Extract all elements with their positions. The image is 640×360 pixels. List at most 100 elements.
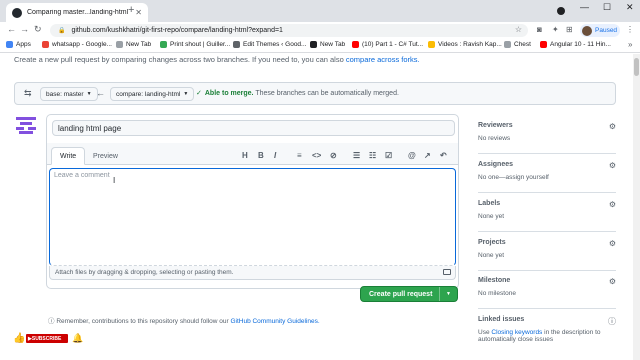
sidebar-value: No milestone xyxy=(478,290,516,297)
profile-status: Paused xyxy=(595,27,618,34)
compare-forks-link[interactable]: compare across forks. xyxy=(346,55,420,64)
sidebar-value: None yet xyxy=(478,213,505,220)
profile-button[interactable]: Paused xyxy=(580,24,620,37)
bookmark-item[interactable]: Chest xyxy=(504,41,531,48)
gear-icon[interactable]: ⚙ xyxy=(609,161,616,170)
caret-down-icon[interactable]: ▼ xyxy=(439,287,457,301)
tab-title: Comparing master...landing-html xyxy=(27,9,129,16)
sidebar-heading: Reviewers xyxy=(478,122,513,129)
bold-icon[interactable]: B xyxy=(258,151,264,160)
task-list-icon[interactable]: ☑ xyxy=(385,151,392,160)
pr-composer: landing html page Write Preview H B I ≡ … xyxy=(46,114,459,289)
base-branch-select[interactable]: base: master ▼ xyxy=(40,87,98,101)
github-favicon-icon xyxy=(12,7,22,18)
gear-icon[interactable]: ⚙ xyxy=(609,122,616,131)
back-icon[interactable]: ← xyxy=(7,24,16,34)
code-icon[interactable]: <> xyxy=(312,151,321,160)
link-icon[interactable]: ⊘ xyxy=(330,151,337,160)
bookmark-item[interactable]: Angular 10 - 11 Hin... xyxy=(540,41,611,48)
reference-icon[interactable]: ↗ xyxy=(424,151,431,160)
bell-icon: 🔔 xyxy=(72,333,84,343)
italic-icon[interactable]: I xyxy=(274,151,276,160)
closing-keywords-link[interactable]: Closing keywords xyxy=(491,329,542,336)
sidebar-linked-issues: Linked issues Use Closing keywords in th… xyxy=(478,316,616,356)
page-icon xyxy=(160,41,167,48)
bookmarks-bar: Apps whatsapp - Google... New Tab Print … xyxy=(0,39,640,53)
bookmark-item[interactable]: New Tab xyxy=(310,41,345,48)
reply-icon[interactable]: ↶ xyxy=(440,151,447,160)
star-icon[interactable]: ☆ xyxy=(515,25,522,34)
page-icon xyxy=(233,41,240,48)
menu-icon[interactable]: ⋮ xyxy=(626,25,634,34)
gear-icon[interactable]: ⚙ xyxy=(609,277,616,286)
sidebar-milestone: Milestone No milestone ⚙ xyxy=(478,277,616,309)
close-icon[interactable]: ✕ xyxy=(135,8,142,17)
bookmark-item[interactable]: Videos : Ravish Kap... xyxy=(428,41,502,48)
minimize-icon[interactable]: — xyxy=(580,2,589,12)
bookmark-item[interactable]: (10) Part 1 - C# Tut... xyxy=(352,41,423,48)
sidebar-heading: Projects xyxy=(478,239,506,246)
new-tab-icon[interactable]: + xyxy=(128,4,134,16)
comment-textarea[interactable]: Leave a comment I xyxy=(49,168,456,266)
markdown-icon xyxy=(443,269,451,275)
chevron-right-icon[interactable]: » xyxy=(628,40,632,49)
gear-icon[interactable]: ⚙ xyxy=(609,200,616,209)
youtube-icon xyxy=(352,41,359,48)
gear-icon[interactable]: ⚙ xyxy=(609,239,616,248)
compare-branch-select[interactable]: compare: landing-html ▼ xyxy=(110,87,195,101)
bookmark-item[interactable]: Print shout | Guiller... xyxy=(160,41,230,48)
bookmark-item[interactable]: Edit Themes ‹ Good... xyxy=(233,41,306,48)
info-icon[interactable]: ⓘ xyxy=(608,316,616,327)
sidebar-reviewers: Reviewers No reviews ⚙ xyxy=(478,122,616,154)
numbered-list-icon[interactable]: ☷ xyxy=(369,151,376,160)
url-text: github.com/kushkhatri/git-first-repo/com… xyxy=(71,27,283,34)
sidebar-heading: Labels xyxy=(478,200,501,207)
guidelines-note: ⓘ Remember, contributions to this reposi… xyxy=(48,318,320,325)
github-compare-page: Create a new pull request by comparing c… xyxy=(0,54,640,360)
bookmark-item[interactable]: New Tab xyxy=(116,41,151,48)
reload-icon[interactable]: ↻ xyxy=(34,24,42,35)
sidebar-assignees: Assignees No one—assign yourself ⚙ xyxy=(478,161,616,193)
mention-icon[interactable]: @ xyxy=(408,151,416,160)
camera-icon[interactable]: ◙ xyxy=(537,25,542,34)
forward-icon[interactable]: → xyxy=(20,24,29,34)
omnibox[interactable]: 🔒 github.com/kushkhatri/git-first-repo/c… xyxy=(50,24,528,37)
record-icon xyxy=(557,7,565,15)
bookmark-apps[interactable]: Apps xyxy=(6,41,31,48)
sidebar-heading: Linked issues xyxy=(478,316,525,323)
quote-icon[interactable]: ≡ xyxy=(297,151,302,160)
window-close-icon[interactable]: ✕ xyxy=(626,2,634,13)
comment-placeholder: Leave a comment xyxy=(54,172,110,179)
browser-tab-bar: Comparing master...landing-html ✕ + — ☐ … xyxy=(0,0,640,22)
git-compare-icon: ⇆ xyxy=(24,88,32,98)
community-guidelines-link[interactable]: GitHub Community Guidelines. xyxy=(230,318,319,325)
sidebar-value: Use Closing keywords in the description … xyxy=(478,329,601,343)
create-pull-request-button[interactable]: Create pull request ▼ xyxy=(360,286,458,302)
google-icon xyxy=(42,41,49,48)
thumbs-up-icon: 👍 xyxy=(13,333,26,344)
bookmark-item[interactable]: whatsapp - Google... xyxy=(42,41,112,48)
tab-preview[interactable]: Preview xyxy=(85,147,126,165)
page-icon xyxy=(504,41,511,48)
composer-tabs: Write Preview H B I ≡ <> ⊘ ☰ ☷ ☑ @ ↗ ↶ xyxy=(47,143,458,165)
page-icon xyxy=(116,41,123,48)
tab-write[interactable]: Write xyxy=(51,147,86,165)
extension-puzzle-icon[interactable]: ✦ xyxy=(552,25,559,34)
page-icon xyxy=(310,41,317,48)
sidebar-heading: Milestone xyxy=(478,277,511,284)
browser-tab[interactable]: Comparing master...landing-html ✕ xyxy=(6,3,148,22)
arrow-left-icon: ← xyxy=(96,88,105,98)
extensions-icon[interactable]: ⊞ xyxy=(566,25,573,34)
scrollbar[interactable] xyxy=(633,54,640,360)
attach-files-bar[interactable]: Attach files by dragging & dropping, sel… xyxy=(49,266,456,280)
sidebar-heading: Assignees xyxy=(478,161,514,168)
sidebar-projects: Projects None yet ⚙ xyxy=(478,239,616,271)
pr-title-input[interactable]: landing html page xyxy=(52,120,455,136)
subscribe-badge: ▶ SUBSCRIBE xyxy=(26,334,68,343)
heading-icon[interactable]: H xyxy=(242,151,248,160)
sidebar-value[interactable]: No one—assign yourself xyxy=(478,174,616,181)
caret-down-icon: ▼ xyxy=(86,91,92,97)
scrollbar-thumb[interactable] xyxy=(634,58,639,76)
maximize-icon[interactable]: ☐ xyxy=(603,2,611,13)
bulleted-list-icon[interactable]: ☰ xyxy=(353,151,360,160)
